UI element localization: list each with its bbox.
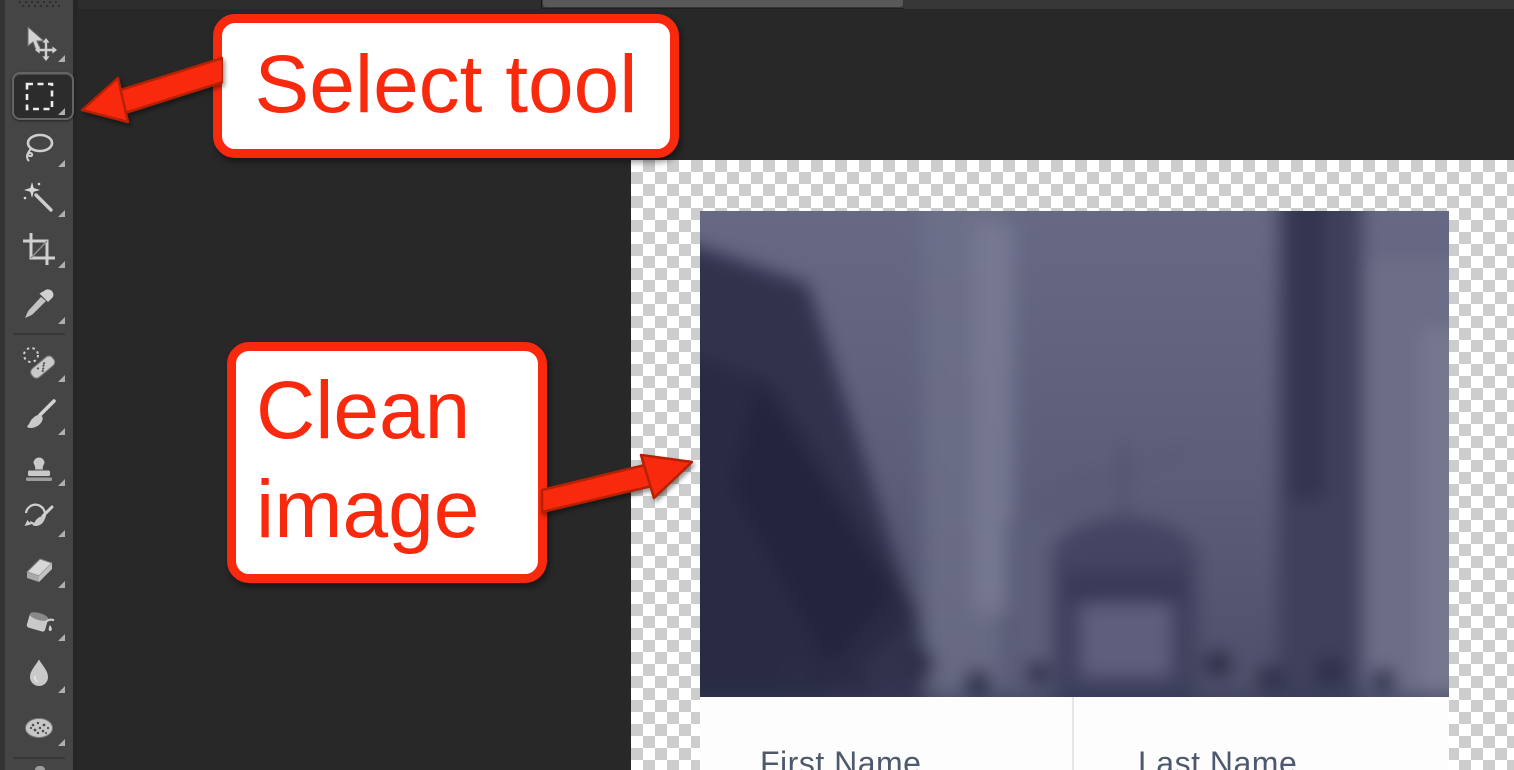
clean-image-callout: Clean image <box>227 342 547 583</box>
tool-flyout-indicator <box>58 428 65 435</box>
horizontal-scrollbar-thumb[interactable] <box>543 0 903 7</box>
partial-tool-icon[interactable] <box>35 766 45 770</box>
tool-flyout-indicator <box>58 261 65 268</box>
tool-flyout-indicator <box>58 634 65 641</box>
clean-image-arrow <box>540 438 698 520</box>
tool-flyout-indicator <box>58 530 65 537</box>
tool-flyout-indicator <box>58 108 65 115</box>
tool-flyout-indicator <box>58 479 65 486</box>
clean-image-line2: image <box>256 460 538 559</box>
app-window: First Name Last Name Select tool Clean i… <box>0 0 1514 770</box>
tool-flyout-indicator <box>58 739 65 746</box>
blurred-street-photo <box>700 211 1449 697</box>
blur-tool-icon[interactable] <box>5 651 73 699</box>
select-tool-callout: Select tool <box>213 14 679 158</box>
tools-panel <box>0 0 78 770</box>
first-name-label: First Name <box>760 745 921 770</box>
toolbar-divider <box>13 333 65 335</box>
tool-flyout-indicator <box>58 317 65 324</box>
healing-brush-tool-icon[interactable] <box>5 340 73 388</box>
paint-bucket-tool-icon[interactable] <box>5 599 73 647</box>
crop-tool-icon[interactable] <box>5 226 73 274</box>
panel-grip-icon[interactable] <box>19 1 61 9</box>
sponge-tool-icon[interactable] <box>5 704 73 752</box>
history-brush-tool-icon[interactable] <box>5 495 73 543</box>
web-form-card: First Name Last Name <box>700 697 1449 770</box>
magic-wand-tool-icon[interactable] <box>5 175 73 223</box>
tool-flyout-indicator <box>58 375 65 382</box>
form-column-divider <box>1072 697 1074 770</box>
marquee-select-tool-icon[interactable] <box>5 73 73 121</box>
photo-layer[interactable] <box>700 211 1449 697</box>
last-name-label: Last Name <box>1138 745 1297 770</box>
clean-image-line1: Clean <box>256 361 538 460</box>
tool-flyout-indicator <box>58 160 65 167</box>
tool-flyout-indicator <box>58 581 65 588</box>
eyedropper-tool-icon[interactable] <box>5 282 73 330</box>
clone-stamp-tool-icon[interactable] <box>5 444 73 492</box>
lasso-tool-icon[interactable] <box>5 125 73 173</box>
brush-tool-icon[interactable] <box>5 393 73 441</box>
select-tool-arrow <box>78 50 223 132</box>
tool-flyout-indicator <box>58 686 65 693</box>
tool-flyout-indicator <box>58 210 65 217</box>
move-tool-icon[interactable] <box>5 20 73 68</box>
tab-strip-left-segment <box>78 0 542 9</box>
toolbar-divider <box>13 757 65 759</box>
tool-flyout-indicator <box>58 55 65 62</box>
eraser-tool-icon[interactable] <box>5 546 73 594</box>
tab-strip-right-segment <box>904 0 1514 9</box>
document-tab-strip <box>78 0 1514 9</box>
